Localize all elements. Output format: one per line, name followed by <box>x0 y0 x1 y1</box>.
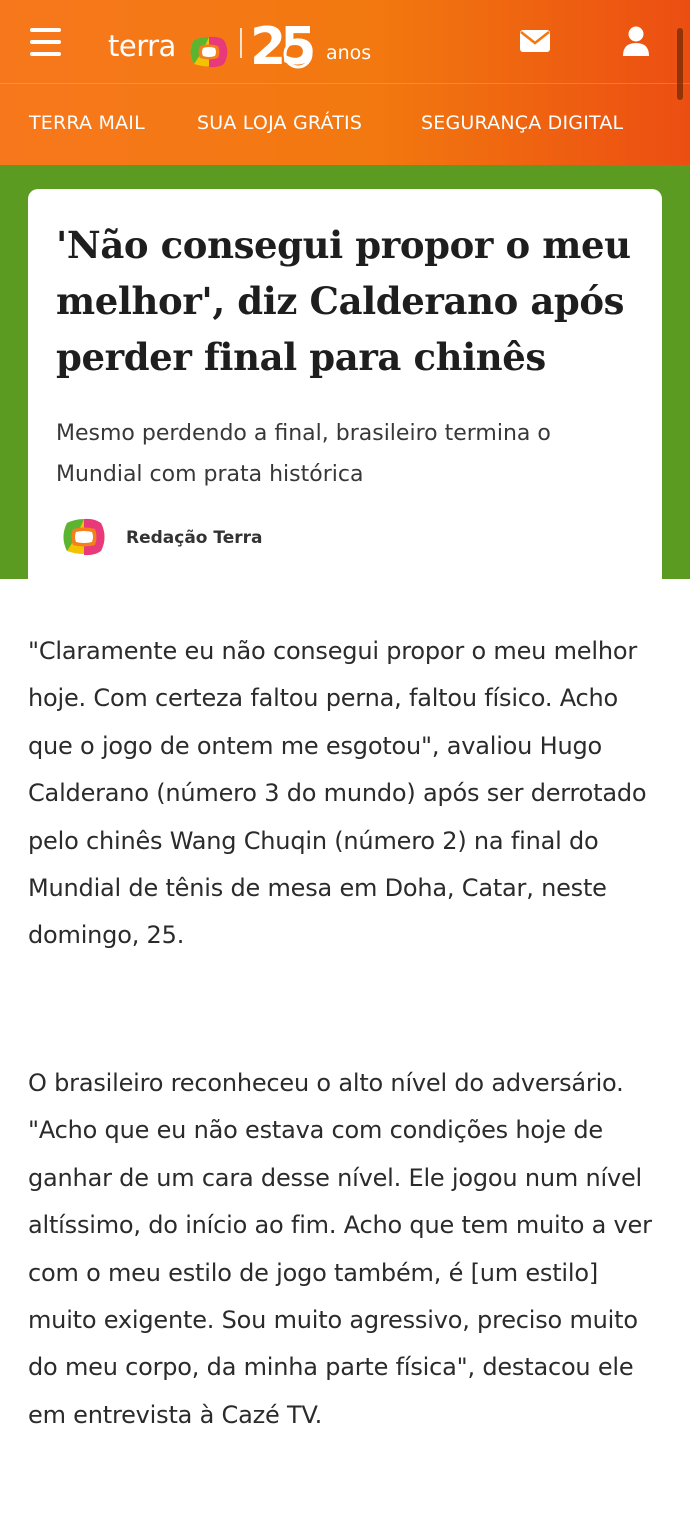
nav-item-sua-loja-gratis[interactable]: SUA LOJA GRÁTIS <box>197 112 362 134</box>
terra-color-mark-icon <box>190 36 228 68</box>
terra-logo-text: terra <box>108 29 176 63</box>
terra-25-anos-logo[interactable]: terra 25 anos <box>108 14 388 74</box>
logo-separator <box>240 28 242 58</box>
article-subtitle: Mesmo perdendo a final, brasileiro termi… <box>56 421 551 487</box>
author-logo-icon[interactable] <box>61 518 107 556</box>
article-paragraph: O brasileiro reconheceu o alto nível do … <box>28 1069 652 1429</box>
envelope-icon[interactable] <box>520 30 550 52</box>
25-anos-badge-icon: 25 <box>250 17 319 74</box>
top-nav: TERRA MAIL SUA LOJA GRÁTIS SEGURANÇA DIG… <box>0 84 690 165</box>
user-icon[interactable] <box>622 26 650 56</box>
anos-label: anos <box>326 42 372 64</box>
hamburger-menu-icon[interactable] <box>30 28 61 56</box>
article-headline: 'Não consegui propor o meu melhor', diz … <box>56 223 631 379</box>
author-name[interactable]: Redação Terra <box>126 528 263 548</box>
nav-item-terra-mail[interactable]: TERRA MAIL <box>29 112 145 134</box>
article-header-card: 'Não consegui propor o meu melhor', diz … <box>28 189 662 580</box>
page-scrollbar[interactable] <box>677 28 683 100</box>
top-header: terra 25 anos TERRA MAIL SUA LOJA GRÁTIS… <box>0 0 690 165</box>
nav-item-seguranca-digital[interactable]: SEGURANÇA DIGITAL <box>421 112 623 134</box>
article-paragraph: "Claramente eu não consegui propor o meu… <box>28 637 647 950</box>
